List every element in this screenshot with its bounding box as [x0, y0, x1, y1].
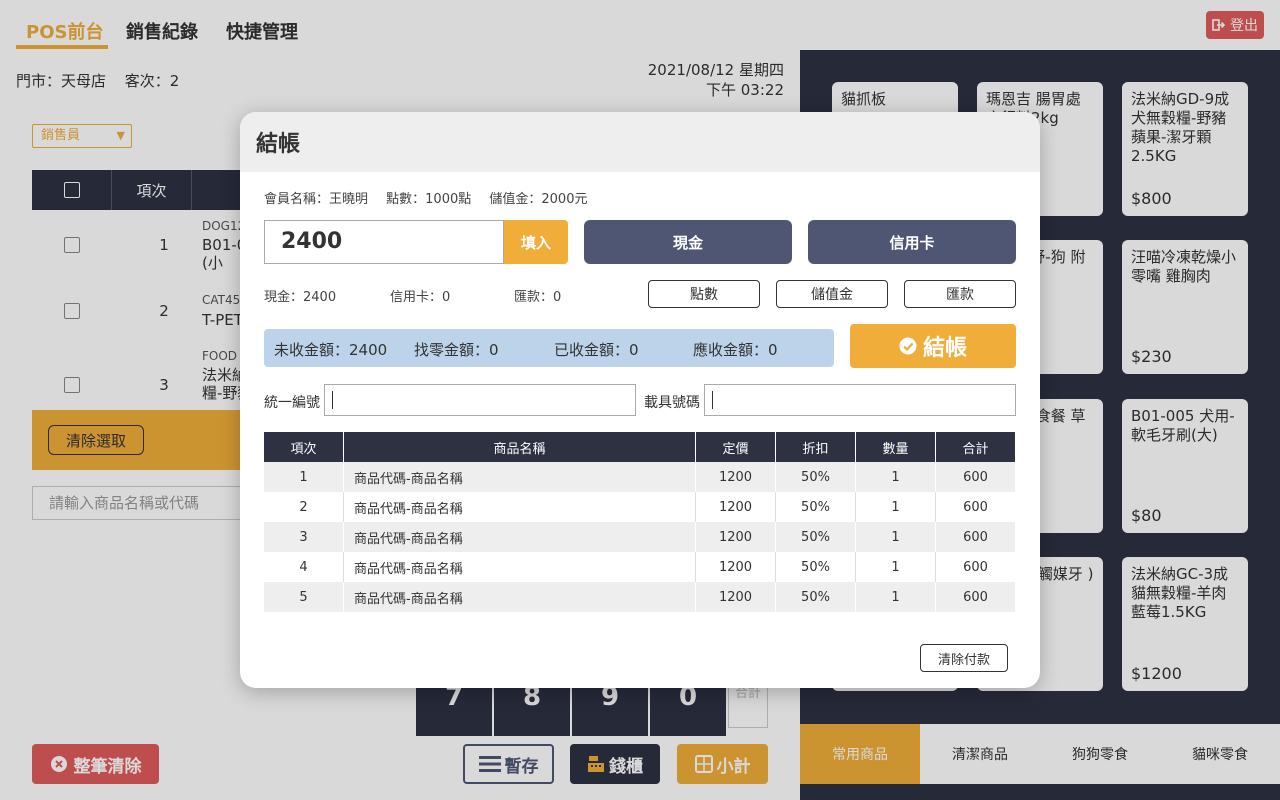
checkout-label: 結帳 — [922, 336, 967, 361]
cell-price: 1200 — [696, 552, 776, 582]
carrier-label: 載具號碼 — [644, 395, 700, 411]
clear-payment-button[interactable]: 清除付款 — [920, 644, 1008, 672]
cell-index: 1 — [264, 462, 344, 492]
member-points: 點數：1000點 — [386, 192, 472, 207]
modal-header: 結帳 — [240, 112, 1040, 172]
credit-card-button[interactable]: 信用卡 — [808, 220, 1016, 264]
cell-product-name: 商品代碼-商品名稱 — [344, 552, 696, 582]
receivable-amount: 應收金額：0 — [693, 341, 778, 359]
points-button[interactable]: 點數 — [648, 280, 760, 308]
cell-discount: 50% — [776, 582, 856, 612]
transfer-button[interactable]: 匯款 — [904, 280, 1016, 308]
cell-quantity: 1 — [856, 492, 936, 522]
text-caret — [332, 391, 333, 409]
checkout-modal: 結帳 會員名稱：王曉明 點數：1000點 儲值金：2000元 2400 填入 現… — [240, 112, 1040, 688]
cell-index: 5 — [264, 582, 344, 612]
tax-id-label: 統一編號 — [264, 395, 320, 411]
transfer-summary: 匯款：0 — [514, 290, 562, 305]
fill-button[interactable]: 填入 — [504, 220, 568, 264]
member-info: 會員名稱：王曉明 點數：1000點 儲值金：2000元 — [264, 188, 601, 207]
cell-discount: 50% — [776, 522, 856, 552]
cell-total: 600 — [963, 469, 988, 485]
received-amount: 已收金額：0 — [554, 341, 639, 359]
cell-price: 1200 — [696, 492, 776, 522]
cell-price: 1200 — [696, 522, 776, 552]
col-price: 定價 — [696, 432, 776, 462]
cell-product-name: 商品代碼-商品名稱 — [344, 522, 696, 552]
member-stored-value: 儲值金：2000元 — [489, 192, 588, 207]
cell-total: 600 — [963, 499, 988, 515]
cell-quantity: 1 — [856, 582, 936, 612]
cell-quantity: 1 — [856, 522, 936, 552]
text-caret — [712, 391, 713, 409]
tax-id-input[interactable] — [324, 384, 636, 416]
change-amount: 找零金額：0 — [414, 341, 499, 359]
col-index: 項次 — [264, 432, 344, 462]
table-row: 5 商品代碼-商品名稱 1200 50% 1 600 — [264, 582, 1015, 612]
cell-total: 600 — [963, 559, 988, 575]
cell-index: 2 — [264, 492, 344, 522]
cell-discount: 50% — [776, 492, 856, 522]
cell-price: 1200 — [696, 582, 776, 612]
cell-product-name: 商品代碼-商品名稱 — [344, 462, 696, 492]
modal-title: 結帳 — [256, 132, 301, 157]
col-product-name: 商品名稱 — [344, 432, 696, 462]
col-discount: 折扣 — [776, 432, 856, 462]
col-quantity: 數量 — [856, 432, 936, 462]
cell-discount: 50% — [776, 462, 856, 492]
cell-price: 1200 — [696, 462, 776, 492]
cell-quantity: 1 — [856, 462, 936, 492]
table-row: 1 商品代碼-商品名稱 1200 50% 1 600 — [264, 462, 1015, 492]
payment-amount-input[interactable]: 2400 — [264, 220, 504, 264]
cell-total: 600 — [963, 589, 988, 605]
cell-product-name: 商品代碼-商品名稱 — [344, 492, 696, 522]
cell-product-name: 商品代碼-商品名稱 — [344, 582, 696, 612]
cell-discount: 50% — [776, 552, 856, 582]
unpaid-amount: 未收金額：2400 — [274, 341, 388, 359]
checkout-button[interactable]: 結帳 — [850, 324, 1016, 368]
payment-summary-bar: 未收金額：2400 找零金額：0 已收金額：0 應收金額：0 — [264, 329, 834, 367]
credit-summary: 信用卡：0 — [390, 290, 451, 305]
cash-button[interactable]: 現金 — [584, 220, 792, 264]
table-row: 2 商品代碼-商品名稱 1200 50% 1 600 — [264, 492, 1015, 522]
col-total: 合計 — [962, 441, 989, 457]
check-circle-icon — [899, 337, 917, 355]
stored-value-button[interactable]: 儲值金 — [776, 280, 888, 308]
member-name: 會員名稱：王曉明 — [264, 192, 369, 207]
table-row: 3 商品代碼-商品名稱 1200 50% 1 600 — [264, 522, 1015, 552]
cell-total: 600 — [963, 529, 988, 545]
cash-summary: 現金：2400 — [264, 290, 337, 305]
order-table-header: 項次 商品名稱 定價 折扣 數量 合計 — [264, 432, 1015, 462]
cell-index: 4 — [264, 552, 344, 582]
table-row: 4 商品代碼-商品名稱 1200 50% 1 600 — [264, 552, 1015, 582]
cell-quantity: 1 — [856, 552, 936, 582]
carrier-input[interactable] — [704, 384, 1016, 416]
cell-index: 3 — [264, 522, 344, 552]
